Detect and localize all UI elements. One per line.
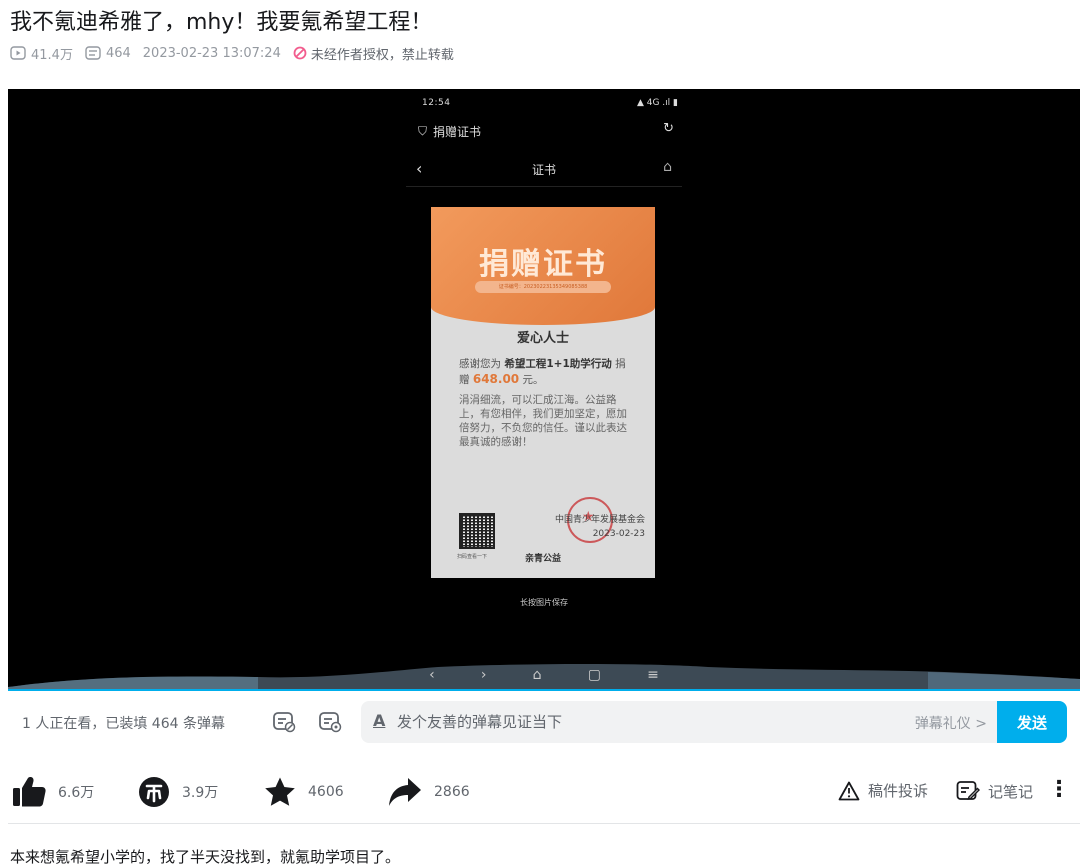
section-divider <box>8 823 1080 824</box>
certificate-heading: 捐赠证书 <box>479 247 607 282</box>
certificate-issuer: 中国青少年发展基金会 2023-02-23 <box>555 513 645 541</box>
danmaku-etiquette-link[interactable]: 弹幕礼仪 > <box>915 713 987 733</box>
donation-certificate: 捐赠证书 证书编号：20230223135349085388 爱心人士 感谢您为… <box>431 207 655 578</box>
refresh-icon: ↻ <box>663 121 674 136</box>
certificate-thanks: 感谢您为 希望工程1+1助学行动 捐赠 648.00 元。 <box>459 357 629 388</box>
video-description: 本来想氪希望小学的，找了半天没找到，就氪助学项目了。 <box>10 848 401 866</box>
sys-home-icon: ⌂ <box>532 667 542 683</box>
report-button[interactable]: 稿件投诉 <box>838 780 928 801</box>
mini-program-title-text: 捐赠证书 <box>433 125 482 139</box>
forbidden-icon <box>293 46 307 60</box>
font-style-icon[interactable]: A <box>373 711 385 730</box>
danmaku-settings-icon[interactable] <box>318 709 342 733</box>
warning-icon <box>838 781 860 800</box>
viewer-status: 1 人正在看，已装填 464 条弹幕 <box>22 716 225 732</box>
qr-code <box>459 513 495 549</box>
send-button[interactable]: 发送 <box>997 701 1067 743</box>
copyright-text: 未经作者授权，禁止转载 <box>310 47 454 63</box>
issue-date: 2023-02-23 <box>592 529 645 539</box>
save-hint: 长按图片保存 <box>520 598 568 607</box>
phone-navbar: ‹ 证书 ⌂ <box>406 153 682 187</box>
certificate-number: 证书编号：20230223135349085388 <box>475 281 611 293</box>
shield-icon: ⛉ <box>418 124 428 138</box>
donation-amount: 648.00 <box>472 372 520 386</box>
danmaku-input[interactable] <box>397 701 897 743</box>
like-icon <box>13 777 46 807</box>
danmaku-count: 464 <box>85 46 131 61</box>
amount-unit: 元。 <box>522 374 544 386</box>
favorite-count: 4606 <box>308 784 344 800</box>
certificate-recipient: 爱心人士 <box>516 331 569 346</box>
phone-screen: 12:54 ▲ 4G .ıl ▮ ⛉ 捐赠证书 ↻ ‹ 证书 ⌂ 捐赠证书 证书… <box>406 89 682 691</box>
share-button[interactable]: 2866 <box>388 776 470 808</box>
sys-menu-icon: ≡ <box>647 667 659 683</box>
phone-nav-title: 证书 <box>531 163 556 177</box>
thanks-prefix: 感谢您为 <box>459 358 501 370</box>
publish-time: 2023-02-23 13:07:24 <box>142 45 281 61</box>
coin-button[interactable]: 3.9万 <box>138 776 218 808</box>
video-title: 我不氪迪希雅了，mhy！我要氪希望工程！ <box>10 10 433 35</box>
danmaku-toggle-icon[interactable] <box>272 709 296 733</box>
mini-program-title: ⛉ 捐赠证书 <box>418 123 481 140</box>
like-count: 6.6万 <box>58 785 95 801</box>
share-icon <box>389 778 421 806</box>
phone-status-icons: ▲ 4G .ıl ▮ <box>636 98 678 108</box>
sys-recent-icon: ▢ <box>587 667 601 683</box>
issuer-name: 中国青少年发展基金会 <box>554 515 645 525</box>
like-button[interactable]: 6.6万 <box>12 776 94 808</box>
play-count-icon <box>10 46 26 60</box>
danmaku-count-value: 464 <box>105 45 131 61</box>
program-name: 希望工程1+1助学行动 <box>504 358 612 370</box>
video-player[interactable]: 12:54 ▲ 4G .ıl ▮ ⛉ 捐赠证书 ↻ ‹ 证书 ⌂ 捐赠证书 证书… <box>8 89 1080 691</box>
share-count: 2866 <box>434 784 470 800</box>
notes-button[interactable]: 记笔记 <box>956 780 1033 802</box>
certificate-message: 涓涓细流，可以汇成江海。公益路上，有您相伴，我们更加坚定，愿加倍努力，不负您的信… <box>459 394 627 448</box>
star-icon <box>265 777 295 806</box>
danmaku-input-box: A 弹幕礼仪 > 发送 <box>361 701 1067 743</box>
favorite-button[interactable]: 4606 <box>264 776 344 808</box>
phone-system-nav: ‹ › ⌂ ▢ ≡ <box>406 663 682 687</box>
sys-back-icon: ‹ <box>429 667 435 683</box>
phone-status-time: 12:54 <box>422 98 451 108</box>
report-label: 稿件投诉 <box>868 782 929 800</box>
brand-logo: 亲青公益 <box>525 554 562 564</box>
qr-caption: 扫码查看一下 <box>457 554 488 560</box>
more-icon[interactable]: ⋮ <box>1048 778 1070 802</box>
home-icon: ⌂ <box>663 159 672 175</box>
danmaku-count-icon <box>85 46 101 60</box>
coin-count: 3.9万 <box>182 785 219 801</box>
danmaku-bar: 1 人正在看，已装填 464 条弹幕 A 弹幕礼仪 > 发送 <box>8 691 1080 751</box>
video-meta: 41.4万 464 2023-02-23 13:07:24 未经作者授权，禁止转… <box>10 42 454 64</box>
notes-icon <box>956 781 980 801</box>
coin-icon <box>139 777 169 807</box>
view-count-value: 41.4万 <box>31 47 73 63</box>
view-count: 41.4万 <box>10 44 73 63</box>
action-toolbar: 6.6万 3.9万 4606 2866 稿件投诉 记笔记 ⋮ <box>0 770 1080 814</box>
copyright-notice: 未经作者授权，禁止转载 <box>293 44 454 63</box>
sys-forward-icon: › <box>480 667 487 683</box>
notes-label: 记笔记 <box>988 782 1034 801</box>
